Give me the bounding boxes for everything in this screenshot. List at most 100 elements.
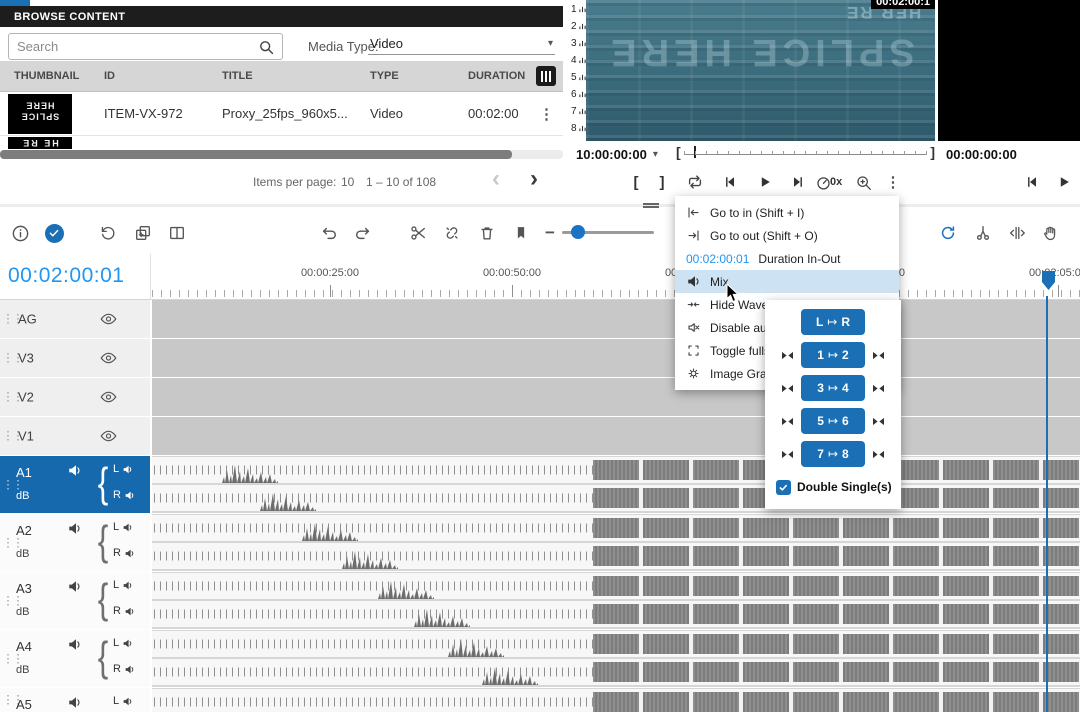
audio-lane-a5[interactable] — [152, 688, 1080, 712]
channel-split-icon[interactable] — [781, 383, 794, 394]
channel-right[interactable]: R — [113, 547, 135, 559]
channel-right[interactable]: R — [113, 489, 135, 501]
speaker-icon[interactable] — [67, 463, 82, 478]
media-type-select[interactable]: Video ▾ — [368, 33, 555, 55]
audio-clip-blocks[interactable] — [593, 604, 1079, 624]
playhead-marker[interactable] — [1042, 271, 1055, 290]
track-header-a3[interactable]: ⋮⋮ A3 dB { L R — [0, 572, 150, 629]
audio-sublane-r[interactable] — [152, 659, 1080, 685]
audio-lane-a3[interactable] — [152, 572, 1080, 629]
track-header-v3[interactable]: ⋮⋮ V3 — [0, 339, 150, 377]
channel-left[interactable]: L — [113, 579, 133, 591]
loop-playback-icon[interactable] — [683, 170, 707, 194]
undo-icon[interactable] — [317, 221, 341, 245]
channel-split-icon[interactable] — [781, 350, 794, 361]
audio-clip-blocks[interactable] — [593, 546, 1079, 566]
reset-history-icon[interactable] — [96, 221, 120, 245]
col-type[interactable]: TYPE — [370, 70, 399, 82]
drag-handle-icon[interactable]: ⋮⋮ — [2, 653, 22, 664]
track-header-a5[interactable]: ⋮⋮ A5 L — [0, 688, 150, 712]
zoom-in-icon[interactable] — [851, 170, 875, 194]
add-layer-icon[interactable] — [131, 221, 155, 245]
cut-icon[interactable] — [406, 221, 430, 245]
trim-icon[interactable] — [1005, 221, 1029, 245]
menu-mix[interactable]: Mix — [675, 270, 899, 293]
source-timecode-select[interactable]: 10:00:00:00 ▾ — [576, 147, 658, 162]
channel-row[interactable]: 1 — [568, 1, 586, 18]
audio-sublane-l[interactable] — [152, 457, 1080, 483]
play-icon[interactable] — [753, 170, 777, 194]
audio-lane-a1[interactable] — [152, 456, 1080, 513]
zoom-slider-thumb[interactable] — [571, 225, 585, 239]
channel-row[interactable]: 4 — [568, 52, 586, 69]
audio-clip-blocks[interactable] — [593, 576, 1079, 596]
divider-handle[interactable] — [643, 203, 659, 208]
visibility-eye-icon[interactable] — [100, 391, 117, 404]
channel-split-icon[interactable] — [872, 416, 885, 427]
approve-check-icon[interactable] — [42, 221, 66, 245]
visibility-eye-icon[interactable] — [100, 430, 117, 443]
row-more-icon[interactable]: ⋮ — [539, 105, 554, 123]
video-lane-v3[interactable] — [152, 339, 1080, 377]
visibility-eye-icon[interactable] — [100, 313, 117, 326]
visibility-eye-icon[interactable] — [100, 352, 117, 365]
channel-row[interactable]: 8 — [568, 120, 586, 137]
audio-clip-blocks[interactable] — [593, 518, 1079, 538]
speaker-icon[interactable] — [67, 695, 82, 710]
mix-12-button[interactable]: 1↦2 — [801, 342, 865, 368]
delete-icon[interactable] — [475, 221, 499, 245]
pan-hand-icon[interactable] — [1038, 221, 1062, 245]
search-icon[interactable] — [258, 39, 274, 55]
unlink-icon[interactable] — [440, 221, 464, 245]
info-icon[interactable] — [8, 221, 32, 245]
track-header-ag[interactable]: ⋮⋮ AG — [0, 300, 150, 338]
audio-clip-blocks[interactable] — [593, 692, 1079, 712]
media-thumbnail-partial[interactable]: HE RE — [8, 137, 72, 149]
video-lane-v1[interactable] — [152, 417, 1080, 455]
speaker-icon[interactable] — [67, 521, 82, 536]
drag-handle-icon[interactable]: ⋮⋮ — [2, 595, 22, 606]
double-singles-checkbox[interactable] — [776, 480, 791, 495]
channel-split-icon[interactable] — [872, 350, 885, 361]
channel-left[interactable]: L — [113, 463, 133, 475]
channel-row[interactable]: 3 — [568, 35, 586, 52]
track-header-a1[interactable]: ⋮⋮ A1 dB { L R — [0, 456, 150, 513]
items-per-page-value[interactable]: 10 — [341, 175, 354, 189]
next-frame-icon[interactable] — [786, 170, 810, 194]
track-header-a4[interactable]: ⋮⋮ A4 dB { L R — [0, 630, 150, 687]
channel-left[interactable]: L — [113, 637, 133, 649]
marker-flag-icon[interactable] — [509, 221, 533, 245]
search-input[interactable] — [17, 39, 258, 54]
channel-row[interactable]: 6 — [568, 86, 586, 103]
audio-sublane-l[interactable] — [152, 573, 1080, 599]
column-picker-icon[interactable] — [536, 66, 556, 86]
audio-sublane-r[interactable] — [152, 485, 1080, 511]
channel-row[interactable]: 7 — [568, 103, 586, 120]
channel-right[interactable]: R — [113, 605, 135, 617]
speaker-icon[interactable] — [67, 579, 82, 594]
mark-out-button[interactable]: ] — [650, 170, 674, 194]
audio-clip-blocks[interactable] — [593, 634, 1079, 654]
audio-sublane-r[interactable] — [152, 601, 1080, 627]
mix-lr-button[interactable]: L↦R — [801, 309, 865, 335]
auto-refresh-icon[interactable] — [936, 221, 960, 245]
playhead-line[interactable] — [1046, 296, 1048, 712]
media-item-row[interactable]: SPLICE HERE ITEM-VX-972 Proxy_25fps_960x… — [0, 92, 563, 136]
drag-handle-icon[interactable]: ⋮⋮ — [2, 537, 22, 548]
track-header-v1[interactable]: ⋮⋮ V1 — [0, 417, 150, 455]
track-header-v2[interactable]: ⋮⋮ V2 — [0, 378, 150, 416]
channel-right[interactable]: R — [113, 663, 135, 675]
col-id[interactable]: ID — [104, 70, 115, 82]
scrollbar-thumb[interactable] — [0, 150, 512, 159]
razor-icon[interactable] — [971, 221, 995, 245]
drag-handle-icon[interactable]: ⋮⋮ — [2, 479, 22, 490]
source-video-viewport[interactable]: SPLICE HERE HER RE 00:02:00:1 — [586, 0, 935, 141]
media-thumbnail[interactable]: SPLICE HERE — [8, 94, 72, 134]
timeline-ruler[interactable]: 00:00:25:00 00:00:50:00 00:01:15:00 00:0… — [152, 254, 1080, 300]
col-title[interactable]: TITLE — [222, 70, 253, 82]
audio-sublane-l[interactable] — [152, 689, 1080, 712]
audio-lane-a4[interactable] — [152, 630, 1080, 687]
video-lane-v2[interactable] — [152, 378, 1080, 416]
mix-34-button[interactable]: 3↦4 — [801, 375, 865, 401]
channel-row[interactable]: 5 — [568, 69, 586, 86]
